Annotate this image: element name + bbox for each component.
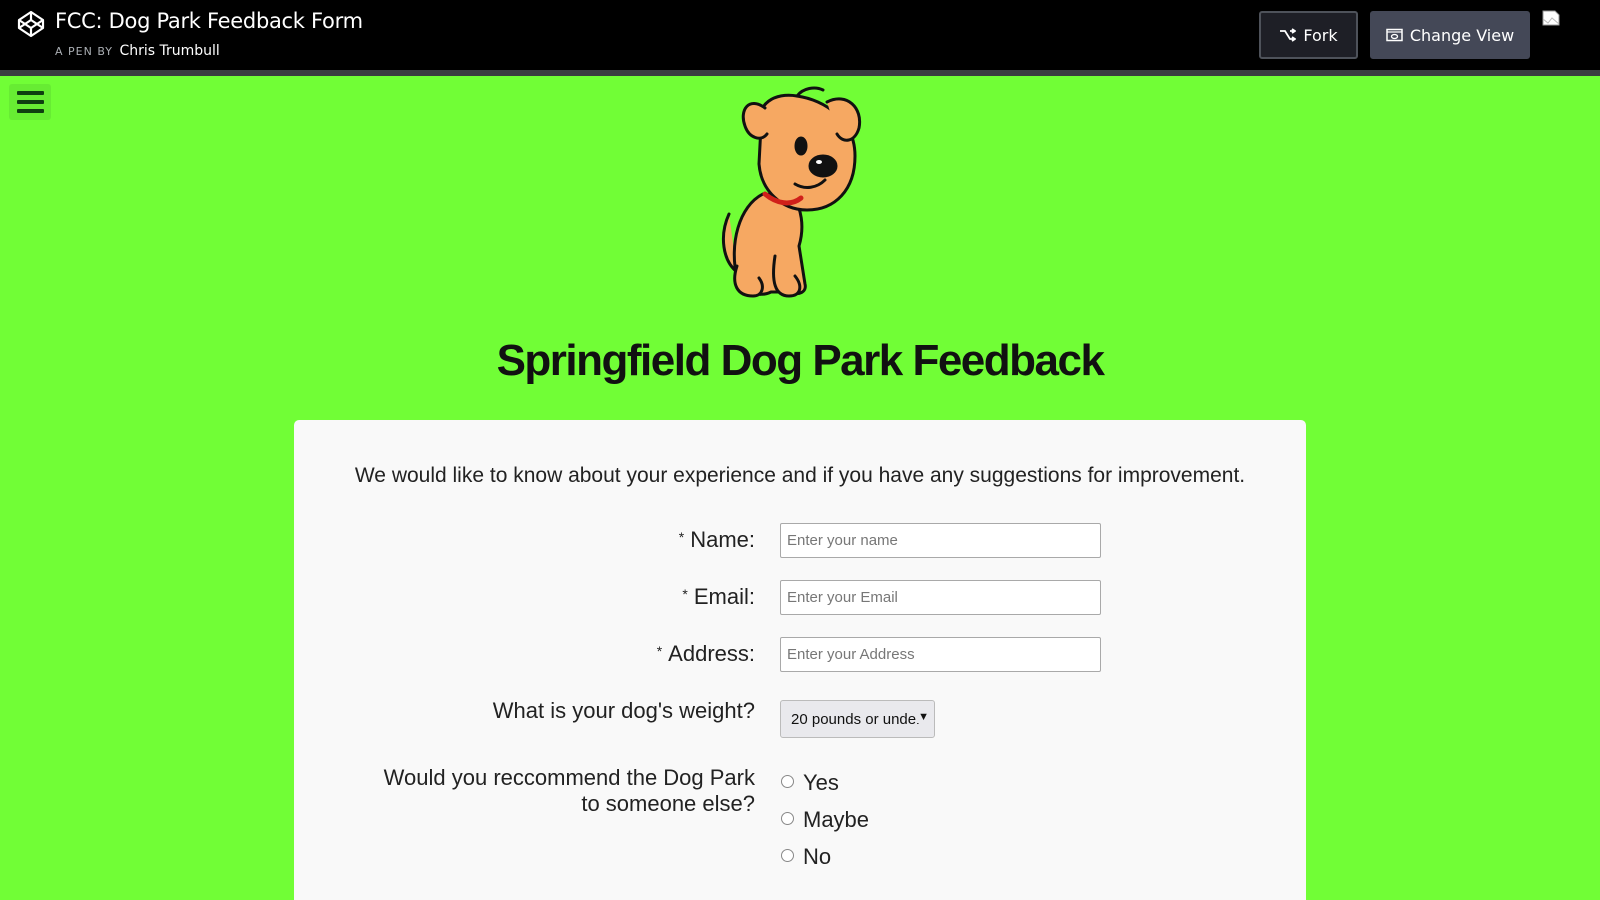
recommend-label-line1: Would you reccommend the Dog Park — [383, 765, 755, 790]
change-view-icon — [1386, 28, 1403, 42]
header-divider — [0, 70, 1600, 76]
required-mark: * — [682, 586, 688, 602]
fork-button-label: Fork — [1303, 25, 1338, 45]
name-label-text: Name: — [690, 527, 755, 552]
author-link[interactable]: Chris Trumbull — [119, 43, 219, 59]
radio-label: Maybe — [803, 807, 870, 832]
radio-label: Yes — [803, 770, 839, 795]
recommend-label-line2: to someone else? — [581, 791, 755, 816]
weight-select-value: 20 pounds or under — [791, 710, 922, 728]
change-view-button[interactable]: Change View — [1370, 11, 1530, 59]
address-label-text: Address: — [668, 641, 755, 666]
address-label: * Address: — [657, 641, 755, 667]
radio-option-yes[interactable]: Yes — [781, 770, 839, 796]
pen-by-label: A PEN BY — [55, 45, 113, 58]
email-label-text: Email: — [693, 584, 755, 609]
codepen-header: FCC: Dog Park Feedback Form A PEN BY Chr… — [0, 0, 1600, 70]
radio-label: No — [803, 844, 832, 869]
radio-option-no[interactable]: No — [781, 844, 831, 870]
radio-option-maybe[interactable]: Maybe — [781, 807, 869, 833]
required-mark: * — [678, 529, 685, 545]
email-input[interactable] — [780, 580, 1101, 615]
weight-select[interactable]: 20 pounds or under ▼ — [780, 700, 935, 738]
name-input[interactable] — [780, 523, 1101, 558]
fork-icon — [1280, 28, 1297, 42]
pen-title: FCC: Dog Park Feedback Form — [55, 9, 363, 33]
dropdown-arrow-icon: ▼ — [916, 711, 929, 723]
recommend-label: Would you reccommend the Dog Park to som… — [384, 765, 755, 817]
dog-illustration — [722, 86, 862, 298]
menu-hamburger-icon[interactable] — [9, 84, 51, 120]
radio-button[interactable] — [781, 774, 794, 788]
change-view-label: Change View — [1409, 25, 1515, 45]
name-label: * Name: — [679, 527, 755, 553]
address-input[interactable] — [780, 637, 1101, 672]
radio-button[interactable] — [781, 848, 794, 862]
feedback-form: We would like to know about your experie… — [294, 420, 1306, 900]
form-intro: We would like to know about your experie… — [354, 464, 1246, 487]
codepen-logo-icon[interactable] — [16, 9, 46, 39]
required-mark: * — [656, 643, 663, 659]
pen-author: A PEN BY Chris Trumbull — [55, 42, 220, 60]
weight-label: What is your dog's weight? — [492, 698, 755, 723]
radio-button[interactable] — [781, 811, 794, 825]
email-label: * Email: — [682, 584, 755, 610]
fork-button[interactable]: Fork — [1259, 11, 1358, 59]
page-title: Springfield Dog Park Feedback — [496, 336, 1105, 385]
broken-image-icon — [1542, 10, 1560, 26]
